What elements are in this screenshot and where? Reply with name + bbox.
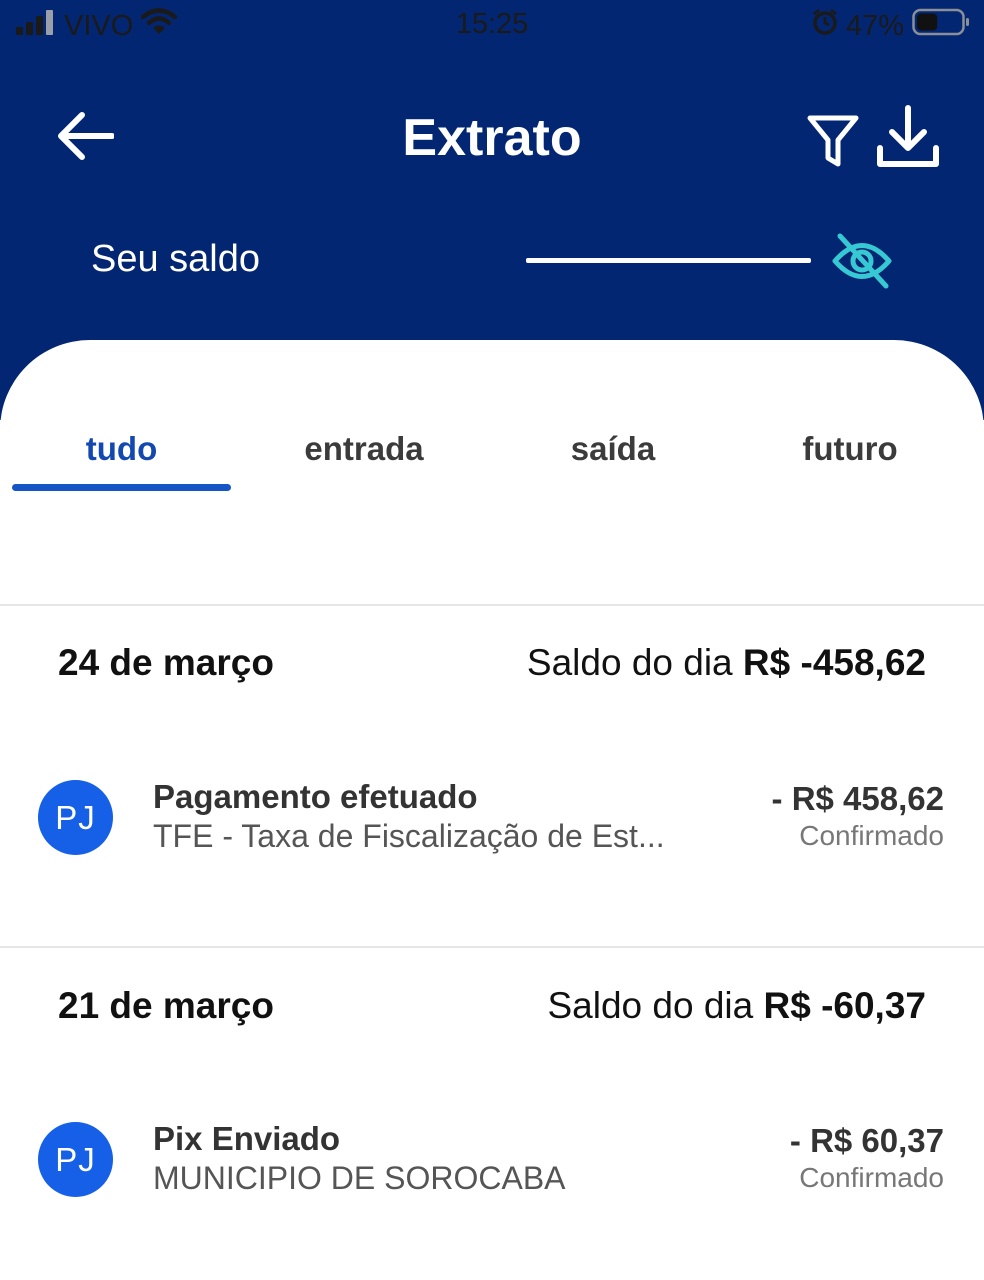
status-bar-right: 47% xyxy=(812,8,970,44)
day-balance-label: Saldo do dia xyxy=(526,642,733,683)
transaction-status: Confirmado xyxy=(799,1162,944,1193)
balance-label: Seu saldo xyxy=(91,238,261,280)
active-tab-indicator xyxy=(12,484,231,491)
tab-futuro[interactable]: futuro xyxy=(740,430,960,468)
transaction-status: Confirmado xyxy=(799,820,944,851)
toggle-balance-visibility-button[interactable] xyxy=(830,232,894,290)
day-balance-label: Saldo do dia xyxy=(547,985,754,1026)
transaction-amount: - R$ 60,37 xyxy=(789,1122,944,1159)
battery-icon xyxy=(912,8,970,44)
tab-entrada[interactable]: entrada xyxy=(254,430,474,468)
transaction-title: Pix Enviado xyxy=(153,1120,341,1157)
alarm-icon xyxy=(812,8,838,44)
day-date: 21 de março xyxy=(58,985,274,1026)
day-balance: Saldo do dia R$ -458,62 xyxy=(527,642,926,684)
transaction-description: TFE - Taxa de Fiscalização de Est... xyxy=(153,818,665,854)
filter-button[interactable] xyxy=(805,112,861,170)
transaction-description: MUNICIPIO DE SOROCABA xyxy=(153,1160,566,1196)
balance-hidden-mask xyxy=(526,258,811,263)
avatar: PJ xyxy=(38,780,113,855)
eye-off-icon xyxy=(830,233,894,294)
download-icon xyxy=(876,105,940,174)
tab-saida[interactable]: saída xyxy=(503,430,723,468)
day-balance: Saldo do dia R$ -60,37 xyxy=(547,985,926,1027)
status-bar: VIVO 15:25 47% xyxy=(0,0,984,52)
avatar: PJ xyxy=(38,1122,113,1197)
tab-tudo[interactable]: tudo xyxy=(12,430,231,468)
battery-percent: 47% xyxy=(845,9,904,42)
download-button[interactable] xyxy=(876,104,940,170)
transaction-amount: - R$ 458,62 xyxy=(771,780,944,817)
day-date: 24 de março xyxy=(58,642,274,683)
filter-icon xyxy=(805,115,861,174)
section-divider xyxy=(0,604,984,606)
day-balance-value: R$ -458,62 xyxy=(742,642,926,683)
section-divider xyxy=(0,946,984,948)
transaction-title: Pagamento efetuado xyxy=(153,778,478,815)
day-balance-value: R$ -60,37 xyxy=(763,985,927,1026)
